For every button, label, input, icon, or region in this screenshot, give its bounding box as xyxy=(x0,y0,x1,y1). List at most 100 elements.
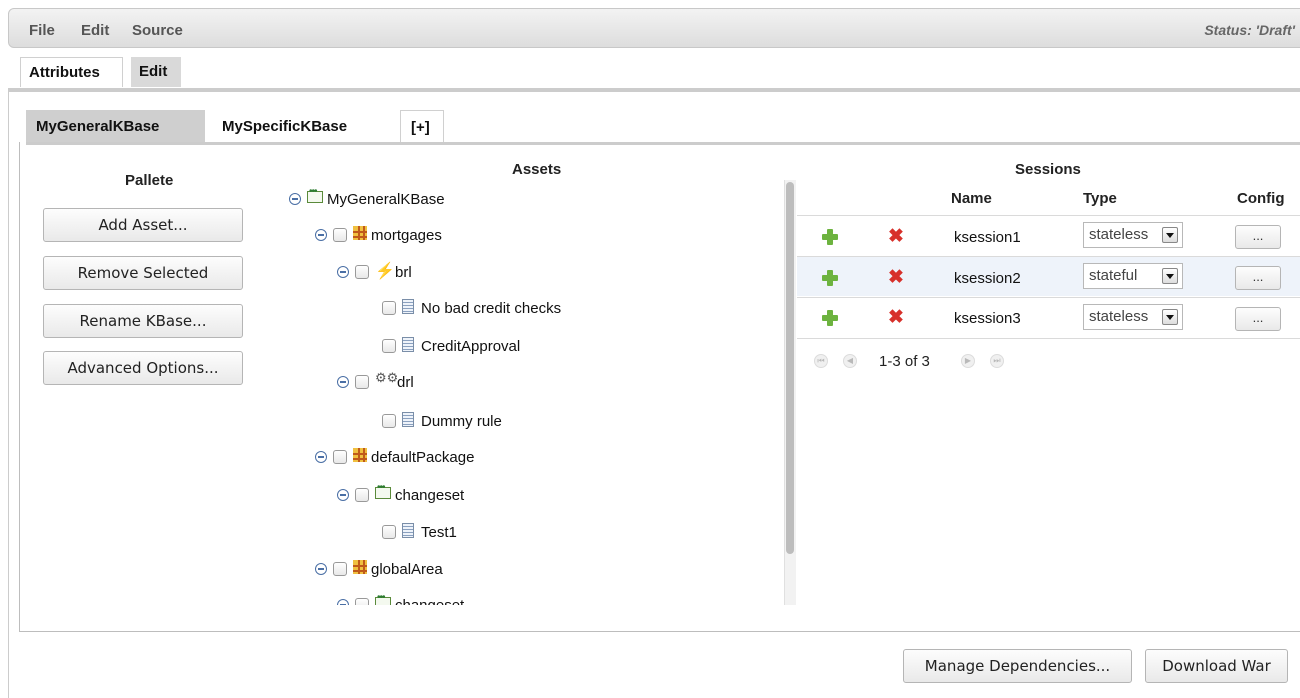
tree-label: brl xyxy=(395,263,412,281)
checkbox[interactable] xyxy=(355,265,369,279)
tree-label: No bad credit checks xyxy=(421,299,562,317)
tree-node-creditapproval[interactable]: CreditApproval xyxy=(382,335,520,357)
collapse-icon[interactable] xyxy=(337,489,349,501)
collapse-icon[interactable] xyxy=(315,563,327,575)
collapse-icon[interactable] xyxy=(337,599,349,605)
tree-label: Dummy rule xyxy=(421,412,502,430)
collapse-icon[interactable] xyxy=(289,193,301,205)
tree-node-mortgages[interactable]: mortgages xyxy=(315,224,442,246)
advanced-options-button[interactable]: Advanced Options... xyxy=(43,351,243,385)
column-header-name: Name xyxy=(951,190,992,207)
previous-page-icon[interactable]: ◀ xyxy=(843,354,857,368)
rename-kbase-button[interactable]: Rename KBase... xyxy=(43,304,243,338)
tree-label: changeset xyxy=(395,486,465,504)
session-name: ksession2 xyxy=(954,270,1021,287)
checkbox[interactable] xyxy=(382,339,396,353)
menu-bar: File Edit Source Status: 'Draft' xyxy=(8,8,1300,48)
kbase-icon xyxy=(307,186,323,203)
checkbox[interactable] xyxy=(382,414,396,428)
session-type-select[interactable]: stateless xyxy=(1083,222,1183,248)
checkbox[interactable] xyxy=(355,488,369,502)
menu-source[interactable]: Source xyxy=(132,22,183,39)
checkbox[interactable] xyxy=(382,525,396,539)
tab-add-kbase[interactable]: [+] xyxy=(400,110,444,143)
add-session-icon[interactable] xyxy=(822,229,838,245)
tree-node-no-bad-credit-checks[interactable]: No bad credit checks xyxy=(382,297,561,319)
next-page-icon[interactable]: ▶ xyxy=(961,354,975,368)
checkbox[interactable] xyxy=(333,450,347,464)
tab-mygeneralkbase[interactable]: MyGeneralKBase xyxy=(26,110,205,143)
tree-node-defaultpackage[interactable]: defaultPackage xyxy=(315,446,474,468)
tree-label: drl xyxy=(397,373,414,391)
add-session-icon[interactable] xyxy=(822,270,838,286)
session-type-select[interactable]: stateless xyxy=(1083,304,1183,330)
checkbox[interactable] xyxy=(355,598,369,605)
first-page-icon[interactable]: ⏮ xyxy=(814,354,828,368)
tab-attributes[interactable]: Attributes xyxy=(20,57,123,87)
assets-scroll-thumb[interactable] xyxy=(786,182,794,554)
delete-session-icon[interactable]: ✖ xyxy=(888,268,904,287)
collapse-icon[interactable] xyxy=(315,229,327,241)
session-config-button[interactable]: ... xyxy=(1235,266,1281,290)
package-icon xyxy=(353,226,367,240)
tree-label: defaultPackage xyxy=(371,448,475,466)
tab-edit[interactable]: Edit xyxy=(131,57,181,87)
tree-node-changeset-2[interactable]: changeset xyxy=(337,592,465,606)
package-icon xyxy=(353,560,367,574)
session-type-value: stateless xyxy=(1089,226,1149,243)
tree-node-test1[interactable]: Test1 xyxy=(382,521,457,543)
delete-session-icon[interactable]: ✖ xyxy=(888,308,904,327)
download-war-button[interactable]: Download War xyxy=(1145,649,1288,683)
collapse-icon[interactable] xyxy=(337,376,349,388)
tree-node-dummy-rule[interactable]: Dummy rule xyxy=(382,410,502,432)
menu-edit[interactable]: Edit xyxy=(81,22,109,39)
menu-file[interactable]: File xyxy=(29,22,55,39)
session-name: ksession3 xyxy=(954,310,1021,327)
add-asset-button[interactable]: Add Asset... xyxy=(43,208,243,242)
manage-dependencies-button[interactable]: Manage Dependencies... xyxy=(903,649,1132,683)
checkbox[interactable] xyxy=(382,301,396,315)
assets-title: Assets xyxy=(512,161,562,178)
chevron-down-icon[interactable] xyxy=(1162,309,1178,325)
tab-divider xyxy=(8,88,1300,92)
session-config-button[interactable]: ... xyxy=(1235,225,1281,249)
outer-border xyxy=(8,88,9,698)
tree-label: MyGeneralKBase xyxy=(327,190,445,208)
session-name: ksession1 xyxy=(954,229,1021,246)
pager-label: 1-3 of 3 xyxy=(879,353,930,370)
delete-session-icon[interactable]: ✖ xyxy=(888,227,904,246)
chevron-down-icon[interactable] xyxy=(1162,268,1178,284)
checkbox[interactable] xyxy=(355,375,369,389)
tree-label: CreditApproval xyxy=(421,337,521,355)
tree-node-changeset[interactable]: changeset xyxy=(337,482,465,506)
tree-label: Test1 xyxy=(421,523,457,541)
chevron-down-icon[interactable] xyxy=(1162,227,1178,243)
tree-node-kbase[interactable]: MyGeneralKBase xyxy=(289,186,445,210)
last-page-icon[interactable]: ⏭ xyxy=(990,354,1004,368)
tree-label: changeset xyxy=(395,596,465,606)
tab-myspecifickbase[interactable]: MySpecificKBase xyxy=(212,110,392,143)
tree-label: mortgages xyxy=(371,226,442,244)
tree-node-brl[interactable]: ⚡ brl xyxy=(337,261,412,283)
add-session-icon[interactable] xyxy=(822,310,838,326)
remove-selected-button[interactable]: Remove Selected xyxy=(43,256,243,290)
session-config-button[interactable]: ... xyxy=(1235,307,1281,331)
collapse-icon[interactable] xyxy=(337,266,349,278)
tree-node-globalarea[interactable]: globalArea xyxy=(315,558,443,580)
changeset-icon xyxy=(375,482,391,499)
pallete-title: Pallete xyxy=(125,172,174,189)
changeset-icon xyxy=(375,592,391,605)
sessions-title: Sessions xyxy=(1015,161,1081,178)
session-type-select[interactable]: stateful xyxy=(1083,263,1183,289)
session-row-divider xyxy=(797,338,1300,339)
status-label: Status: 'Draft' xyxy=(1204,22,1295,38)
session-row xyxy=(797,297,1300,337)
tree-node-drl[interactable]: ⚙⚙ drl xyxy=(337,370,414,393)
checkbox[interactable] xyxy=(333,562,347,576)
collapse-icon[interactable] xyxy=(315,451,327,463)
document-icon xyxy=(402,411,414,427)
column-header-type: Type xyxy=(1083,190,1117,207)
session-type-value: stateful xyxy=(1089,267,1138,284)
tree-label: globalArea xyxy=(371,560,443,578)
checkbox[interactable] xyxy=(333,228,347,242)
